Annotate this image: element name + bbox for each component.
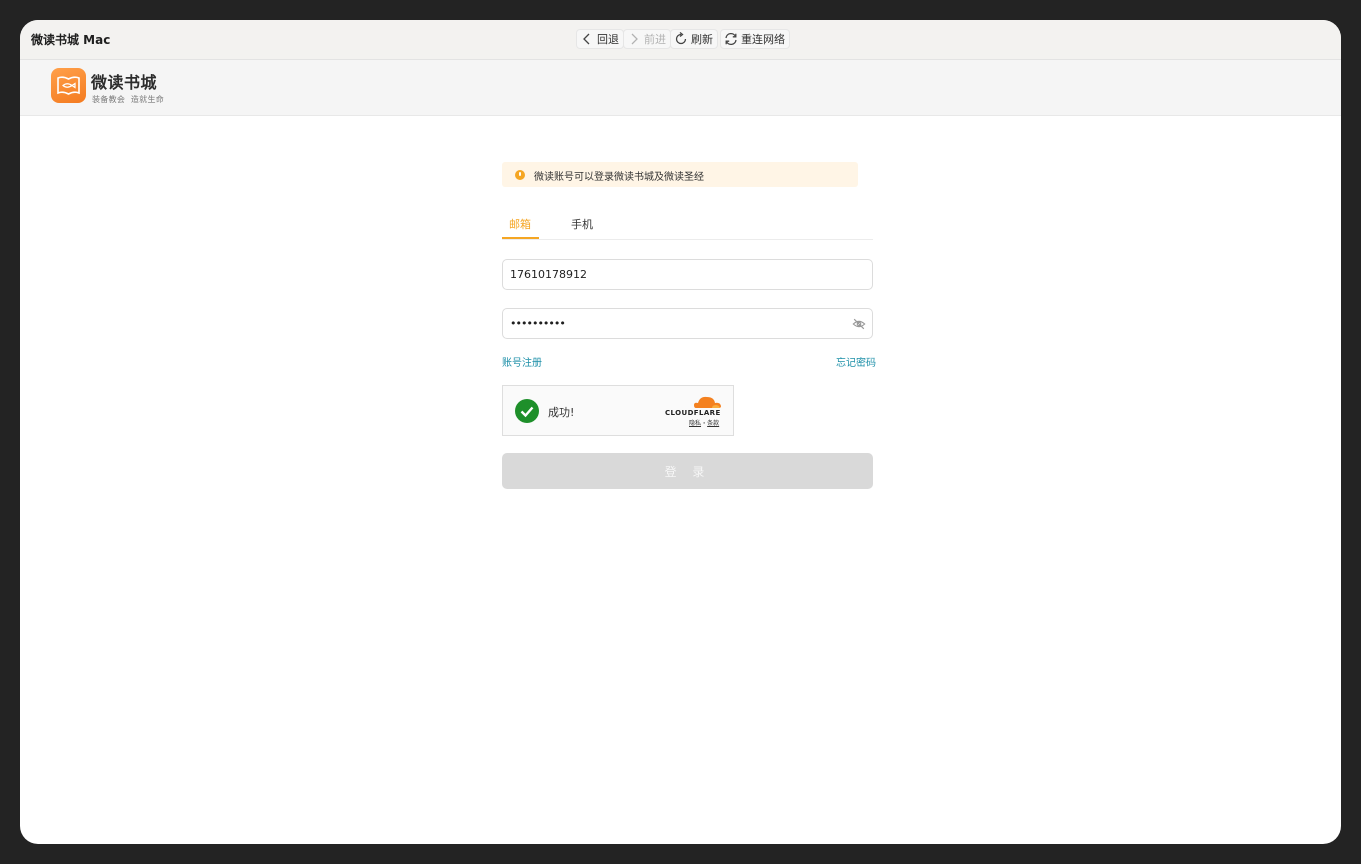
app-title: 微读书城 Mac: [31, 33, 111, 47]
captcha-links: 隐私 · 条款: [689, 418, 719, 427]
account-input[interactable]: 17610178912: [502, 259, 873, 290]
tab-phone[interactable]: 手机: [571, 216, 593, 232]
login-tabs: 邮箱 手机: [502, 213, 873, 240]
notice-text: 微读账号可以登录微读书城及微读圣经: [534, 172, 704, 183]
back-button[interactable]: 回退: [576, 29, 624, 49]
reconnect-button[interactable]: 重连网络: [720, 29, 790, 49]
link-separator: ·: [702, 420, 706, 427]
title-bar: 微读书城 Mac 回退 前进 刷新 重连网络: [20, 20, 1341, 60]
terms-link[interactable]: 条款: [707, 420, 719, 427]
password-input[interactable]: ••••••••••: [502, 308, 873, 339]
refresh-icon: [675, 31, 687, 45]
book-fish-icon: [57, 76, 80, 95]
chevron-left-icon: [583, 33, 590, 45]
active-tab-indicator: [502, 237, 539, 239]
tab-email[interactable]: 邮箱: [509, 216, 531, 232]
eye-off-icon[interactable]: [852, 317, 866, 331]
register-link[interactable]: 账号注册: [502, 354, 542, 369]
captcha-status: 成功!: [548, 406, 575, 419]
chevron-right-icon: [631, 33, 638, 45]
cloudflare-captcha[interactable]: 成功! CLOUDFLARE 隐私 · 条款: [502, 385, 734, 436]
app-window: 微读书城 Mac 回退 前进 刷新 重连网络 微读书城 装备教会 造就生命 微读…: [20, 20, 1341, 844]
account-value: 17610178912: [510, 268, 587, 281]
forgot-password-link[interactable]: 忘记密码: [836, 354, 876, 369]
password-value: ••••••••••: [510, 317, 566, 330]
site-header: 微读书城 装备教会 造就生命: [20, 60, 1341, 116]
refresh-label: 刷新: [691, 33, 713, 46]
check-icon: [515, 399, 539, 423]
refresh-button[interactable]: 刷新: [670, 29, 718, 49]
info-icon: [515, 170, 525, 180]
cloudflare-cloud-icon: [694, 396, 721, 408]
sync-icon: [725, 32, 737, 46]
forward-button[interactable]: 前进: [623, 29, 671, 49]
reconnect-label: 重连网络: [741, 33, 785, 46]
app-logo-icon: [51, 68, 86, 103]
forward-label: 前进: [644, 33, 666, 46]
login-button[interactable]: 登 录: [502, 453, 873, 489]
info-notice: 微读账号可以登录微读书城及微读圣经: [502, 162, 858, 187]
site-slogan: 装备教会 造就生命: [92, 95, 165, 104]
cloudflare-logo: CLOUDFLARE: [665, 409, 721, 417]
back-label: 回退: [597, 33, 619, 46]
privacy-link[interactable]: 隐私: [689, 420, 701, 427]
site-title: 微读书城: [91, 73, 158, 92]
